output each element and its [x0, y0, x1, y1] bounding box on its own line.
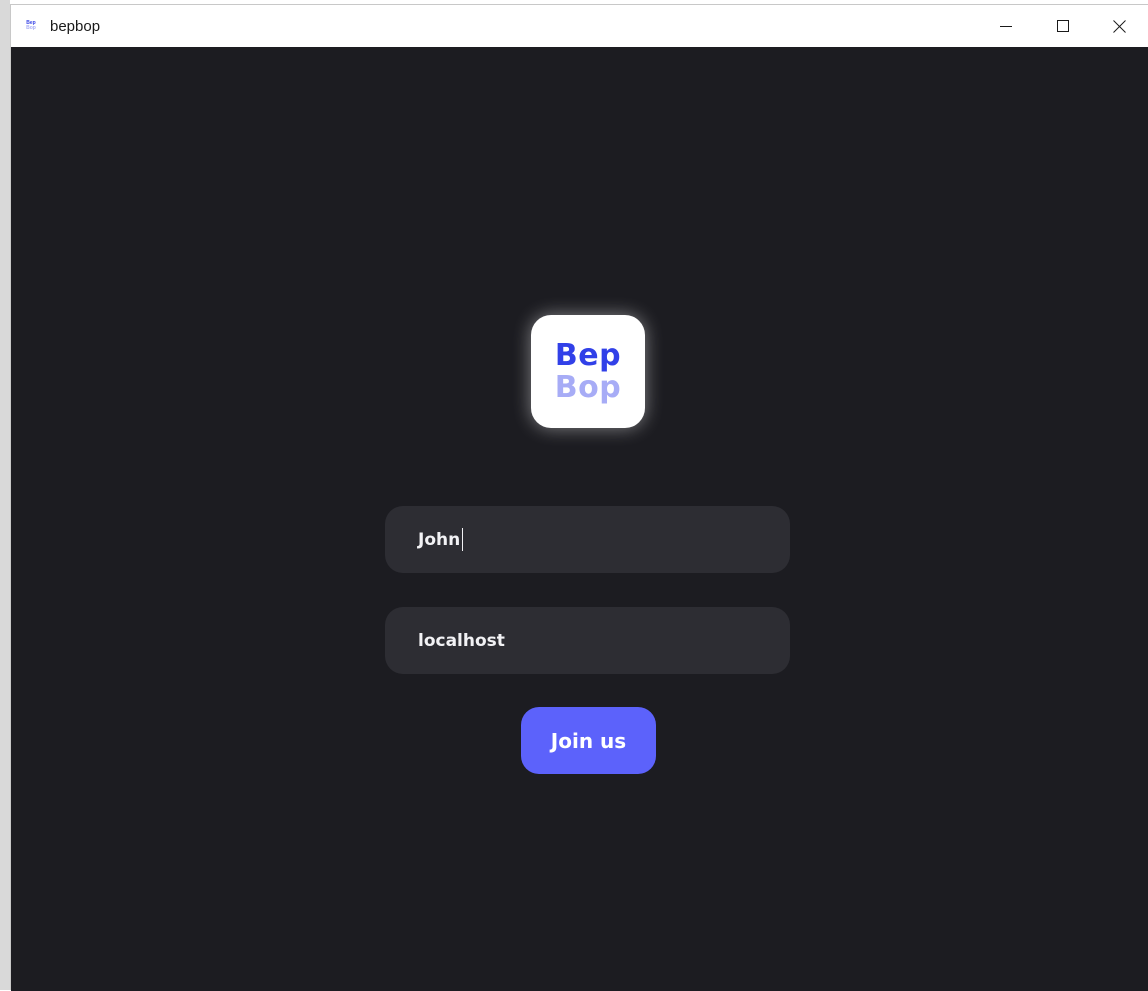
minimize-button[interactable]	[977, 5, 1034, 47]
desktop: Bep Bop bepbop Bep Bop John localhost Jo…	[0, 0, 1148, 991]
maximize-button[interactable]	[1034, 5, 1091, 47]
logo-line-bop: Bop	[554, 369, 622, 405]
title-bar[interactable]: Bep Bop bepbop	[11, 5, 1148, 47]
window-title: bepbop	[50, 17, 101, 35]
bepbop-logo: Bep Bop	[531, 315, 645, 428]
join-button[interactable]: Join us	[521, 707, 656, 774]
text-caret	[462, 528, 464, 551]
username-input[interactable]: John	[385, 506, 790, 573]
window-controls	[977, 5, 1148, 47]
minimize-icon	[999, 26, 1012, 27]
close-button[interactable]	[1091, 5, 1148, 47]
app-icon: Bep Bop	[24, 19, 38, 33]
username-value: John	[418, 529, 461, 550]
server-host-value: localhost	[418, 630, 505, 651]
background-window-edge	[0, 0, 10, 990]
join-button-label: Join us	[550, 728, 627, 753]
maximize-icon	[1056, 20, 1069, 32]
close-icon	[1113, 19, 1126, 33]
app-content: Bep Bop John localhost Join us	[11, 47, 1148, 991]
app-icon-line2: Bop	[26, 25, 36, 31]
server-host-input[interactable]: localhost	[385, 607, 790, 674]
app-window: Bep Bop bepbop Bep Bop John localhost Jo…	[10, 4, 1148, 991]
logo-line-bep: Bep	[554, 337, 622, 373]
